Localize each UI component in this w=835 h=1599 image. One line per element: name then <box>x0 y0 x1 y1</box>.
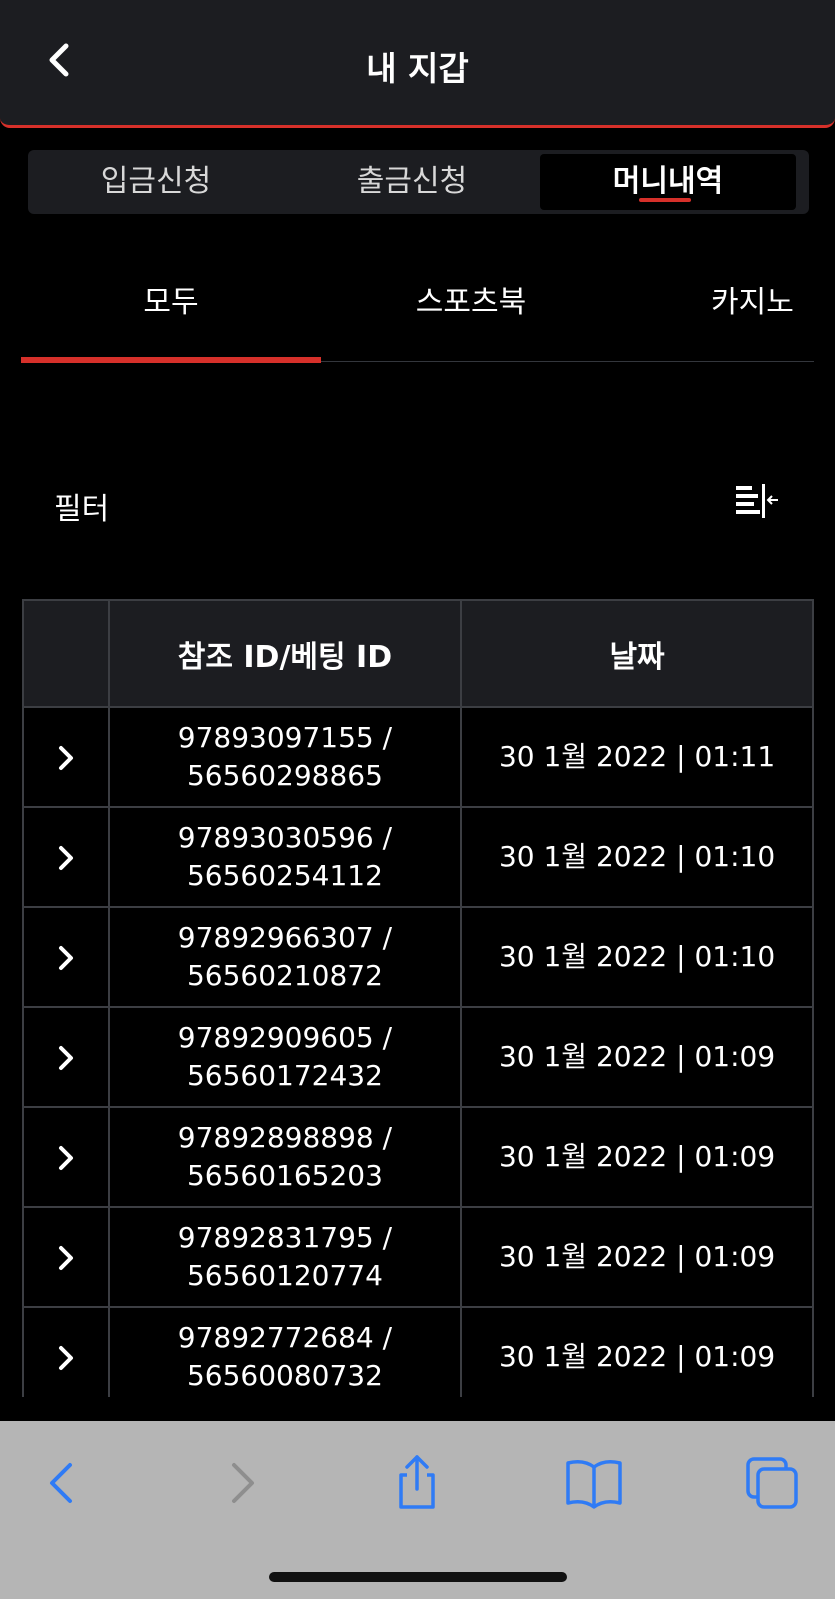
wallet-segment-control: 입금신청 출금신청 머니내역 <box>28 150 809 214</box>
browser-share-button[interactable] <box>385 1451 449 1515</box>
segment-withdraw-request[interactable]: 출금신청 <box>284 154 540 210</box>
ref-id: 97892898898 / <box>177 1121 393 1154</box>
share-icon <box>399 1455 435 1509</box>
tab-sportsbook[interactable]: 스포츠북 <box>321 266 621 362</box>
bet-id: 56560210872 <box>186 959 383 992</box>
tabs-icon <box>746 1457 798 1509</box>
filter-label: 필터 <box>54 492 110 527</box>
bet-id: 56560165203 <box>186 1159 383 1192</box>
table-row[interactable]: 97892966307 / 56560210872 30 1월 2022 | 01:… <box>22 906 814 1008</box>
table-row[interactable]: 97893097155 / 56560298865 30 1월 2022 | 01:… <box>22 706 814 808</box>
tab-casino[interactable]: 카지노 <box>711 266 831 362</box>
filter-button[interactable] <box>732 480 782 524</box>
page-title: 내 지갑 <box>366 49 469 88</box>
bet-id: 56560172432 <box>186 1059 383 1092</box>
chevron-right-icon <box>58 1046 73 1070</box>
row-expand-button[interactable] <box>22 1306 110 1397</box>
ref-bet-id-cell: 97892772684 / 56560080732 <box>107 1306 463 1397</box>
segment-money-history[interactable]: 머니내역 <box>540 154 796 210</box>
ref-id: 97892772684 / <box>177 1321 393 1354</box>
row-expand-button[interactable] <box>22 706 110 808</box>
tab-active-indicator <box>21 357 321 363</box>
date-cell: 30 1월 2022 | 01:09 <box>460 1106 814 1208</box>
tab-all[interactable]: 모두 <box>21 266 321 362</box>
bet-id: 56560254112 <box>186 859 383 892</box>
row-expand-button[interactable] <box>22 1206 110 1308</box>
bet-id: 56560120774 <box>186 1259 383 1292</box>
table-header-row: 참조 ID/베팅 ID 날짜 <box>22 599 814 708</box>
forward-icon <box>232 1463 254 1503</box>
ref-bet-id-cell: 97892898898 / 56560165203 <box>107 1106 463 1208</box>
ref-id: 97892966307 / <box>177 921 393 954</box>
filter-align-icon <box>736 484 778 518</box>
table-row[interactable]: 97893030596 / 56560254112 30 1월 2022 | 01:… <box>22 806 814 908</box>
ref-bet-id-cell: 97892909605 / 56560172432 <box>107 1006 463 1108</box>
ref-bet-id-cell: 97892966307 / 56560210872 <box>107 906 463 1008</box>
chevron-right-icon <box>58 1346 73 1370</box>
table-row[interactable]: 97892898898 / 56560165203 30 1월 2022 | 01:… <box>22 1106 814 1208</box>
browser-back-button[interactable] <box>30 1451 94 1515</box>
ref-id: 97892831795 / <box>177 1221 393 1254</box>
segment-deposit-request[interactable]: 입금신청 <box>28 154 284 210</box>
browser-tabs-button[interactable] <box>740 1451 804 1515</box>
chevron-right-icon <box>58 746 73 770</box>
money-history-table: 참조 ID/베팅 ID 날짜 97893097155 / 56560298865 3… <box>22 599 814 1397</box>
ref-bet-id-cell: 97892831795 / 56560120774 <box>107 1206 463 1308</box>
bet-id: 56560080732 <box>186 1359 383 1392</box>
date-cell: 30 1월 2022 | 01:09 <box>460 1306 814 1397</box>
ref-id: 97892909605 / <box>177 1021 393 1054</box>
browser-forward-button[interactable] <box>210 1451 274 1515</box>
chevron-right-icon <box>58 946 73 970</box>
date-cell: 30 1월 2022 | 01:09 <box>460 1206 814 1308</box>
ref-id: 97893097155 / <box>177 721 393 754</box>
home-indicator <box>269 1572 567 1582</box>
app-header: 내 지갑 <box>0 0 835 128</box>
table-row[interactable]: 97892909605 / 56560172432 30 1월 2022 | 01:… <box>22 1006 814 1108</box>
bet-id: 56560298865 <box>186 759 383 792</box>
chevron-right-icon <box>58 846 73 870</box>
segment-active-indicator <box>639 198 691 202</box>
chevron-right-icon <box>58 1146 73 1170</box>
row-expand-button[interactable] <box>22 1106 110 1208</box>
segment-money-history-label: 머니내역 <box>612 164 724 199</box>
ref-id: 97893030596 / <box>177 821 393 854</box>
table-row[interactable]: 97892772684 / 56560080732 30 1월 2022 | 01:… <box>22 1306 814 1397</box>
date-cell: 30 1월 2022 | 01:09 <box>460 1006 814 1108</box>
chevron-right-icon <box>58 1246 73 1270</box>
back-icon <box>50 1463 72 1503</box>
table-row[interactable]: 97892831795 / 56560120774 30 1월 2022 | 01:… <box>22 1206 814 1308</box>
ref-bet-id-cell: 97893030596 / 56560254112 <box>107 806 463 908</box>
header-expand <box>22 599 110 708</box>
date-cell: 30 1월 2022 | 01:10 <box>460 806 814 908</box>
history-tabs: 모두 스포츠북 카지노 <box>21 266 814 363</box>
row-expand-button[interactable] <box>22 1006 110 1108</box>
browser-bookmarks-button[interactable] <box>562 1451 626 1515</box>
row-expand-button[interactable] <box>22 906 110 1008</box>
date-cell: 30 1월 2022 | 01:10 <box>460 906 814 1008</box>
bookmarks-icon <box>566 1460 622 1509</box>
date-cell: 30 1월 2022 | 01:11 <box>460 706 814 808</box>
ref-bet-id-cell: 97893097155 / 56560298865 <box>107 706 463 808</box>
row-expand-button[interactable] <box>22 806 110 908</box>
header-ref-id: 참조 ID/베팅 ID <box>107 599 463 708</box>
header-date: 날짜 <box>460 599 814 708</box>
